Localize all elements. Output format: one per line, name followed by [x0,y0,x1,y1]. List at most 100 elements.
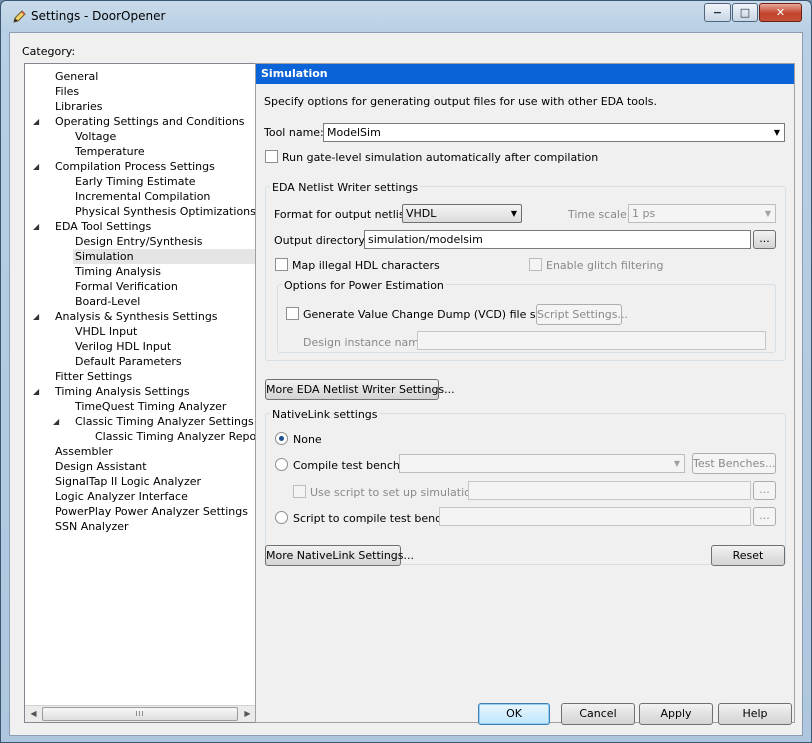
tree-item[interactable]: General [53,69,256,84]
compile-test-bench-select[interactable]: ▼ [399,454,685,473]
tree-item[interactable]: Fitter Settings [53,369,256,384]
script-compile-label: Script to compile test bench: [293,512,452,525]
tool-name-label: Tool name: [264,126,324,139]
tree-item[interactable]: EDA Tool Settings [53,219,256,234]
expand-arrow-icon[interactable]: ◢ [33,384,39,399]
tree-item[interactable]: Assembler [53,444,256,459]
output-directory-input[interactable]: simulation/modelsim [364,230,751,249]
eda-netlist-title: EDA Netlist Writer settings [270,181,421,194]
script-compile-radio[interactable] [275,511,288,524]
ok-button[interactable]: OK [478,703,550,725]
category-label: Category: [22,45,76,58]
tree-item[interactable]: Formal Verification [73,279,256,294]
tree-item[interactable]: Design Assistant [53,459,256,474]
tool-name-select[interactable]: ModelSim ▼ [323,123,785,142]
tree-item[interactable]: TimeQuest Timing Analyzer [73,399,256,414]
tree-item[interactable]: Verilog HDL Input [73,339,256,354]
run-gate-level-label: Run gate-level simulation automatically … [282,151,599,164]
output-directory-browse-button[interactable]: ... [753,230,776,249]
tree-item-label: Temperature [75,145,145,158]
scroll-right-icon[interactable]: ▶ [239,706,256,722]
vcd-script-checkbox[interactable] [286,307,299,320]
use-script-input[interactable] [468,481,751,500]
category-tree[interactable]: General Files Libraries Operating Settings … [24,63,257,723]
map-illegal-label: Map illegal HDL characters [292,259,440,272]
enable-glitch-checkbox[interactable] [529,258,542,271]
tree-item[interactable]: Design Entry/Synthesis [73,234,256,249]
tree-item[interactable]: Classic Timing Analyzer Reporting [93,429,256,444]
nativelink-none-radio[interactable] [275,432,288,445]
more-nativelink-settings-button[interactable]: More NativeLink Settings... [265,545,414,566]
output-directory-label: Output directory: [274,234,368,247]
tree-item-label: EDA Tool Settings [55,220,152,233]
script-compile-browse-button[interactable]: ... [753,507,776,526]
design-instance-input[interactable] [417,331,766,350]
apply-button[interactable]: Apply [639,703,713,725]
format-label: Format for output netlist: [274,208,413,221]
script-compile-input[interactable] [439,507,751,526]
run-gate-level-checkbox[interactable] [265,150,278,163]
map-illegal-checkbox[interactable] [275,258,288,271]
expand-arrow-icon[interactable]: ◢ [33,159,39,174]
tree-item[interactable]: Timing Analysis Settings [53,384,256,399]
cancel-button[interactable]: Cancel [561,703,635,725]
tree-item-label: Design Entry/Synthesis [75,235,203,248]
format-value: VHDL [406,207,437,220]
expand-arrow-icon[interactable]: ◢ [33,114,39,129]
reset-button[interactable]: Reset [711,545,785,566]
tree-item[interactable]: Default Parameters [73,354,256,369]
tree-item-label: Board-Level [75,295,141,308]
tree-item[interactable]: Compilation Process Settings [53,159,256,174]
time-scale-value: 1 ps [632,207,656,220]
tree-item[interactable]: Voltage [73,129,256,144]
tree-item[interactable]: Files [53,84,256,99]
tree-item[interactable]: Analysis & Synthesis Settings [53,309,256,324]
help-button[interactable]: Help [718,703,792,725]
minimize-button[interactable]: − [704,3,731,22]
tree-item-label: Libraries [55,100,103,113]
tree-item[interactable]: Early Timing Estimate [73,174,256,189]
test-benches-button[interactable]: Test Benches... [692,453,776,474]
compile-test-bench-radio[interactable] [275,458,288,471]
tree-item-label: Classic Timing Analyzer Settings [75,415,254,428]
time-scale-select[interactable]: 1 ps ▼ [628,204,776,223]
expand-arrow-icon[interactable]: ◢ [33,309,39,324]
more-eda-netlist-settings-button[interactable]: More EDA Netlist Writer Settings... [265,379,455,400]
pencil-icon [13,10,26,23]
tree-item-label: Verilog HDL Input [75,340,172,353]
title-bar[interactable]: Settings - DoorOpener − □ ✕ [1,1,811,31]
tree-item-label: Assembler [55,445,113,458]
tree-item[interactable]: Logic Analyzer Interface [53,489,256,504]
tree-item[interactable]: Incremental Compilation [73,189,256,204]
scroll-thumb[interactable]: III [42,707,238,721]
tree-item[interactable]: Physical Synthesis Optimizations [73,204,256,219]
tree-item-label: Early Timing Estimate [75,175,196,188]
tree-item[interactable]: SSN Analyzer [53,519,256,534]
tree-horizontal-scrollbar[interactable]: ◀ III ▶ [25,705,256,722]
expand-arrow-icon[interactable]: ◢ [53,414,59,429]
compile-test-bench-label: Compile test bench: [293,459,404,472]
tree-item[interactable]: PowerPlay Power Analyzer Settings [53,504,256,519]
tree-item[interactable]: Timing Analysis [73,264,256,279]
tree-item[interactable]: Operating Settings and Conditions [53,114,256,129]
tree-item[interactable]: Libraries [53,99,256,114]
tree-item-label: Classic Timing Analyzer Reporting [95,430,257,443]
close-button[interactable]: ✕ [759,3,802,22]
tree-item[interactable]: Classic Timing Analyzer Settings [73,414,256,429]
tree-item-label: General [55,70,99,83]
scroll-left-icon[interactable]: ◀ [25,706,42,722]
maximize-button[interactable]: □ [732,3,758,22]
tree-item[interactable]: VHDL Input [73,324,256,339]
tree-item[interactable]: Temperature [73,144,256,159]
script-settings-button[interactable]: Script Settings... [536,304,628,325]
tree-item[interactable]: SignalTap II Logic Analyzer [53,474,256,489]
use-script-browse-button[interactable]: ... [753,481,776,500]
use-script-checkbox[interactable] [293,485,306,498]
chevron-down-icon: ▼ [764,209,771,218]
tree-item[interactable]: Board-Level [73,294,256,309]
tree-item[interactable]: Simulation [73,249,256,264]
tree-item-label: SSN Analyzer [55,520,129,533]
format-select[interactable]: VHDL ▼ [402,204,522,223]
chevron-down-icon: ▼ [673,459,680,468]
expand-arrow-icon[interactable]: ◢ [33,219,39,234]
